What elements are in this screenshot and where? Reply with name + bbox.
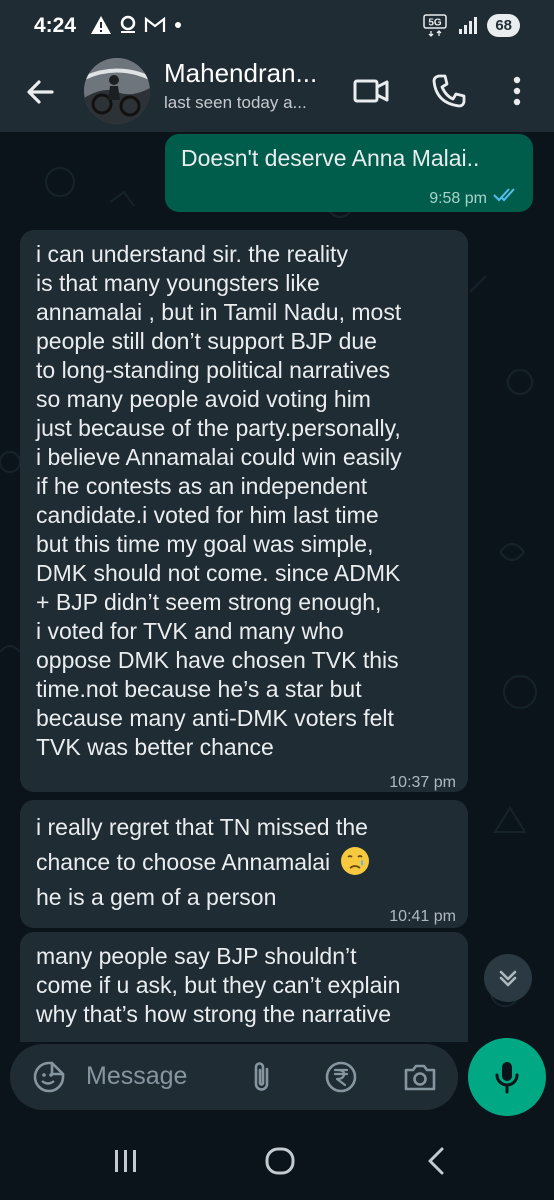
emoji-sticker-icon[interactable] <box>32 1060 66 1094</box>
message-line: i believe Annamalai could win easily <box>36 444 402 470</box>
read-ticks-icon <box>493 188 515 202</box>
message-line: just because of the party.personally, <box>36 415 401 441</box>
message-line: chance to choose Annamalai <box>36 845 466 880</box>
contact-info[interactable]: Mahendran... last seen today a... <box>164 58 340 113</box>
incoming-message[interactable]: many people say BJP shouldn’t come if u … <box>20 932 468 1042</box>
system-nav-bar <box>0 1122 554 1200</box>
message-line: so many people avoid voting him <box>36 386 371 412</box>
voice-call-icon[interactable] <box>430 72 468 110</box>
message-line: annamalai , but in Tamil Nadu, most <box>36 299 402 325</box>
recents-nav-icon[interactable] <box>111 1146 141 1176</box>
message-input[interactable]: Message <box>86 1062 187 1091</box>
message-text: Doesn't deserve Anna Malai.. <box>181 145 480 171</box>
signal-icon <box>459 17 478 34</box>
message-line: + BJP didn’t seem strong enough, <box>36 589 382 615</box>
status-time: 4:24 <box>34 14 77 37</box>
system-indicators: 5G 68 <box>423 13 520 37</box>
message-text: i really regret that TN missed the chanc… <box>36 810 466 915</box>
video-call-icon[interactable] <box>352 72 390 110</box>
message-line: many people say BJP shouldn’t <box>36 943 357 969</box>
network-label: 5G <box>429 18 443 29</box>
attach-icon[interactable] <box>248 1060 276 1094</box>
message-line: i can understand sir. the reality <box>36 241 348 267</box>
warning-icon <box>91 16 111 34</box>
contact-avatar[interactable] <box>84 58 150 124</box>
outgoing-message[interactable]: Doesn't deserve Anna Malai.. 9:58 pm <box>165 134 533 212</box>
message-line: come if u ask, but they can’t explain <box>36 972 401 998</box>
message-text: many people say BJP shouldn’t come if u … <box>36 942 466 1029</box>
message-line: is that many youngsters like <box>36 270 320 296</box>
message-line: time.not because he’s a star but <box>36 676 362 702</box>
lens-icon <box>120 15 136 33</box>
last-seen: last seen today a... <box>164 93 307 112</box>
message-time: 10:41 pm <box>389 908 456 925</box>
gmail-icon <box>144 16 166 32</box>
message-line: oppose DMK have chosen TVK this <box>36 647 399 673</box>
message-composer[interactable]: Message <box>10 1044 458 1110</box>
mic-button[interactable] <box>468 1038 546 1116</box>
message-time: 10:37 pm <box>389 774 456 791</box>
message-text: i can understand sir. the reality is tha… <box>36 240 466 762</box>
scroll-down-button[interactable] <box>484 954 532 1002</box>
status-bar: 4:24 5G 68 <box>0 0 554 52</box>
chat-header: Mahendran... last seen today a... <box>0 52 554 132</box>
home-nav-icon[interactable] <box>264 1145 296 1177</box>
more-options-icon[interactable] <box>504 72 530 110</box>
message-line: people still don’t support BJP due <box>36 328 377 354</box>
back-arrow-icon[interactable] <box>22 74 58 110</box>
contact-name: Mahendran... <box>164 58 318 88</box>
rupee-payment-icon[interactable] <box>324 1060 358 1094</box>
scroll-down-icon <box>499 970 517 987</box>
notification-icons <box>90 14 184 36</box>
crying-face-emoji <box>340 846 370 876</box>
message-line: TVK was better chance <box>36 734 274 760</box>
message-line: but this time my goal was simple, <box>36 531 374 557</box>
message-line: if he contests as an independent <box>36 473 368 499</box>
message-line: DMK should not come. since ADMK <box>36 560 401 586</box>
incoming-message[interactable]: i really regret that TN missed the chanc… <box>20 800 468 928</box>
message-line: candidate.i voted for him last time <box>36 502 379 528</box>
dot-icon <box>175 22 181 28</box>
incoming-message[interactable]: i can understand sir. the reality is tha… <box>20 230 468 792</box>
mic-icon <box>495 1062 519 1094</box>
message-line-text: chance to choose Annamalai <box>36 849 331 875</box>
back-nav-icon[interactable] <box>422 1146 450 1176</box>
message-time: 9:58 pm <box>429 190 487 207</box>
chat-area[interactable]: Doesn't deserve Anna Malai.. 9:58 pm i c… <box>0 132 554 1042</box>
network-5g-icon: 5G <box>423 14 448 37</box>
camera-icon[interactable] <box>402 1060 438 1094</box>
message-line: to long-standing political narratives <box>36 357 391 383</box>
battery-level: 68 <box>487 13 520 37</box>
message-line: i really regret that TN missed the <box>36 814 368 840</box>
message-line: because many anti-DMK voters felt <box>36 705 394 731</box>
message-line: why that’s how strong the narrative <box>36 1001 391 1027</box>
message-line: i voted for TVK and many who <box>36 618 344 644</box>
avatar-photo-icon <box>84 58 150 124</box>
